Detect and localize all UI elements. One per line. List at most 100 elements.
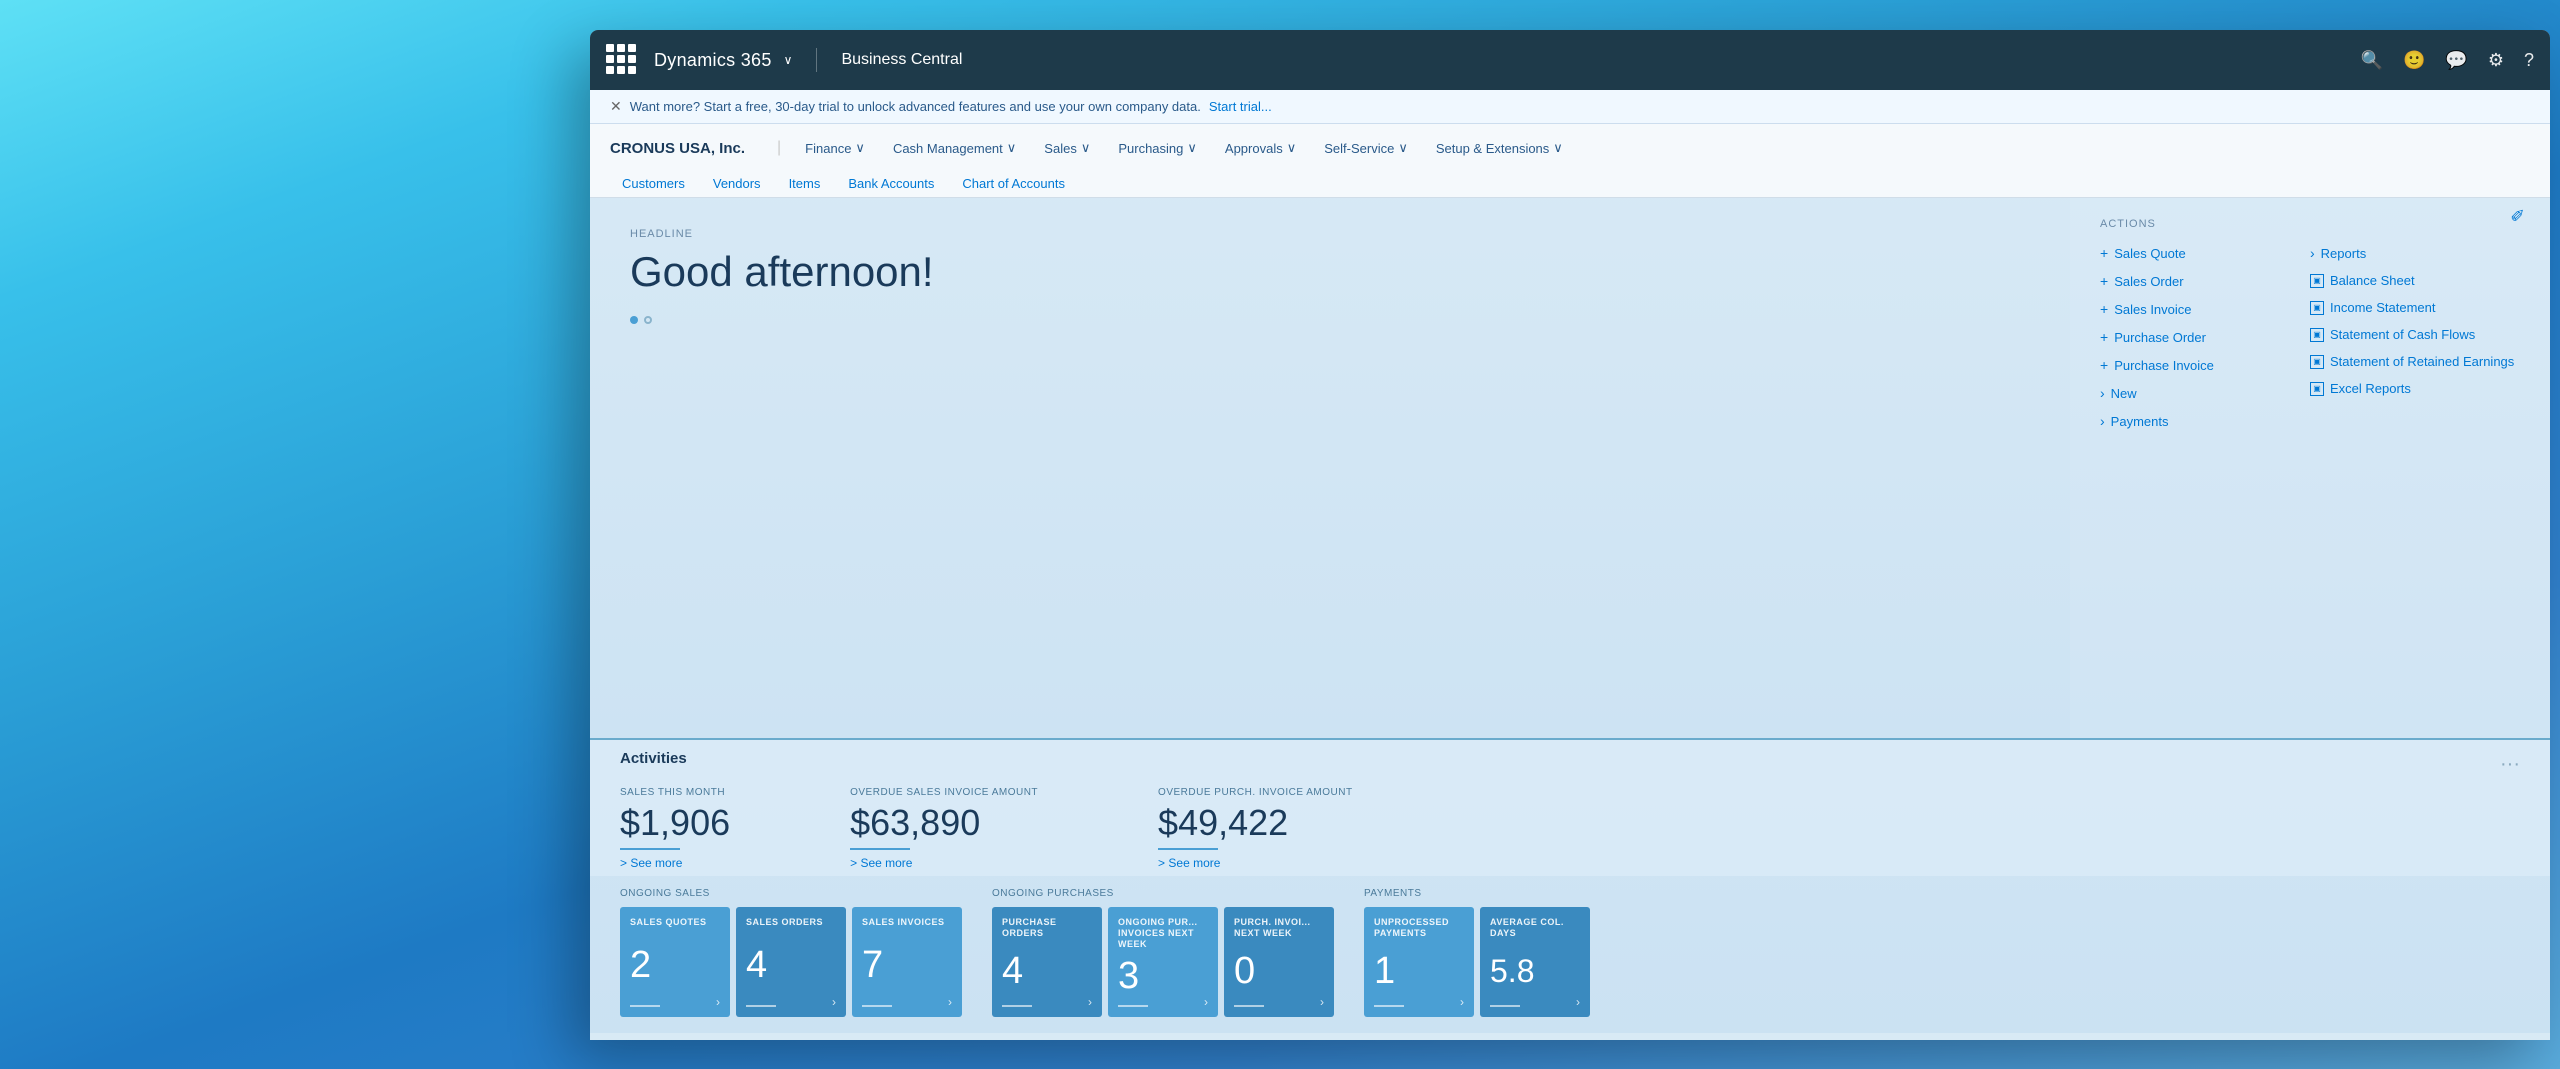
nav-menu: Finance ∨ Cash Management ∨ Sales ∨ Purc… xyxy=(793,134,1575,162)
action-excel-reports[interactable]: ▣ Excel Reports xyxy=(2310,378,2520,399)
title-separator xyxy=(816,48,817,72)
action-retained-earnings[interactable]: ▣ Statement of Retained Earnings xyxy=(2310,351,2520,372)
tile-arrow-1: › xyxy=(716,995,720,1009)
tile-unprocessed-payments[interactable]: UNPROCESSED PAYMENTS 1 › xyxy=(1364,907,1474,1017)
tile-underline-5 xyxy=(1118,1005,1148,1007)
nav-chart-of-accounts[interactable]: Chart of Accounts xyxy=(950,170,1077,197)
activity-overdue-sales: OVERDUE SALES INVOICE AMOUNT $63,890 > S… xyxy=(850,787,1038,870)
action-reports[interactable]: › Reports xyxy=(2310,242,2520,264)
tile-group-ongoing-sales: ONGOING SALES SALES QUOTES 2 › SALES ORD… xyxy=(620,888,962,1017)
ongoing-sales-label: ONGOING SALES xyxy=(620,888,962,899)
activity-underline-1 xyxy=(620,848,680,850)
tile-purchase-orders[interactable]: PURCHASE ORDERS 4 › xyxy=(992,907,1102,1017)
nav-items[interactable]: Items xyxy=(777,170,833,197)
tile-value-sales-invoices: 7 xyxy=(862,946,952,984)
actions-grid: + Sales Quote + Sales Order + Sales Invo… xyxy=(2100,242,2520,432)
tile-label-avg-col: AVERAGE COL. DAYS xyxy=(1490,917,1580,939)
action-payments[interactable]: › Payments xyxy=(2100,410,2310,432)
action-sales-quote[interactable]: + Sales Quote xyxy=(2100,242,2310,264)
tile-label-sales-quotes: SALES QUOTES xyxy=(630,917,720,928)
see-more-1[interactable]: > See more xyxy=(620,856,730,870)
tile-underline-1 xyxy=(630,1005,660,1007)
action-purchase-invoice[interactable]: + Purchase Invoice xyxy=(2100,354,2310,376)
dot-active[interactable] xyxy=(630,316,638,324)
action-income-statement[interactable]: ▣ Income Statement xyxy=(2310,297,2520,318)
nav-item-cash-management[interactable]: Cash Management ∨ xyxy=(881,134,1028,162)
app-name[interactable]: Dynamics 365 xyxy=(654,50,772,71)
action-cash-flows[interactable]: ▣ Statement of Cash Flows xyxy=(2310,324,2520,345)
banner-close-button[interactable]: ✕ xyxy=(610,98,622,115)
tile-underline-3 xyxy=(862,1005,892,1007)
waffle-icon[interactable] xyxy=(606,44,638,76)
activities-ellipsis[interactable]: ··· xyxy=(2500,753,2520,776)
nav-vendors[interactable]: Vendors xyxy=(701,170,773,197)
tile-purch-invoi-next-week[interactable]: PURCH. INVOI... NEXT WEEK 0 › xyxy=(1224,907,1334,1017)
nav-item-approvals[interactable]: Approvals ∨ xyxy=(1213,134,1308,162)
report-icon-5: ▣ xyxy=(2310,382,2324,396)
nav-item-finance[interactable]: Finance ∨ xyxy=(793,134,877,162)
chat-icon[interactable]: 💬 xyxy=(2445,50,2467,71)
app-subtitle: Business Central xyxy=(841,51,962,69)
trial-banner: ✕ Want more? Start a free, 30-day trial … xyxy=(590,90,2550,124)
pagination-dots xyxy=(630,316,2030,324)
smiley-icon[interactable]: 🙂 xyxy=(2403,50,2425,71)
see-more-2[interactable]: > See more xyxy=(850,856,1038,870)
nav-bank-accounts[interactable]: Bank Accounts xyxy=(836,170,946,197)
tile-arrow-3: › xyxy=(948,995,952,1009)
tile-value-avg-col: 5.8 xyxy=(1490,955,1580,987)
action-col-left: + Sales Quote + Sales Order + Sales Invo… xyxy=(2100,242,2310,432)
tile-label-sales-orders: SALES ORDERS xyxy=(746,917,836,928)
tile-underline-7 xyxy=(1374,1005,1404,1007)
activity-sales-month: SALES THIS MONTH $1,906 > See more xyxy=(620,787,730,870)
app-chevron[interactable]: ∨ xyxy=(784,53,793,67)
nav-item-self-service[interactable]: Self-Service ∨ xyxy=(1312,134,1420,162)
dot-inactive[interactable] xyxy=(644,316,652,324)
banner-link[interactable]: Start trial... xyxy=(1209,99,1272,114)
action-purchase-order[interactable]: + Purchase Order xyxy=(2100,326,2310,348)
activity-overdue-purch: OVERDUE PURCH. INVOICE AMOUNT $49,422 > … xyxy=(1158,787,1353,870)
headline-label: HEADLINE xyxy=(630,228,2030,240)
activity-label-1: SALES THIS MONTH xyxy=(620,787,730,798)
banner-text: Want more? Start a free, 30-day trial to… xyxy=(630,99,1201,114)
ongoing-sales-tiles: SALES QUOTES 2 › SALES ORDERS 4 › SALES … xyxy=(620,907,962,1017)
report-icon-4: ▣ xyxy=(2310,355,2324,369)
tile-underline-4 xyxy=(1002,1005,1032,1007)
tile-arrow-7: › xyxy=(1460,995,1464,1009)
tile-ongoing-purch-invoices[interactable]: ONGOING PUR... INVOICES NEXT WEEK 3 › xyxy=(1108,907,1218,1017)
see-more-3[interactable]: > See more xyxy=(1158,856,1353,870)
nav-customers[interactable]: Customers xyxy=(610,170,697,197)
nav-item-setup-extensions[interactable]: Setup & Extensions ∨ xyxy=(1424,134,1575,162)
tile-label-sales-invoices: SALES INVOICES xyxy=(862,917,952,928)
company-name: CRONUS USA, Inc. xyxy=(610,140,745,157)
tile-sales-quotes[interactable]: SALES QUOTES 2 › xyxy=(620,907,730,1017)
nav-item-sales[interactable]: Sales ∨ xyxy=(1032,134,1102,162)
title-bar: Dynamics 365 ∨ Business Central 🔍 🙂 💬 ⚙ … xyxy=(590,30,2550,90)
actions-label: ACTIONS xyxy=(2100,218,2520,230)
tile-group-ongoing-purchases: ONGOING PURCHASES PURCHASE ORDERS 4 › ON… xyxy=(992,888,1334,1017)
tile-value-sales-orders: 4 xyxy=(746,946,836,984)
payments-label: PAYMENTS xyxy=(1364,888,1590,899)
search-icon[interactable]: 🔍 xyxy=(2361,50,2383,71)
action-sales-invoice[interactable]: + Sales Invoice xyxy=(2100,298,2310,320)
help-icon[interactable]: ? xyxy=(2524,50,2534,71)
nav-bar: CRONUS USA, Inc. | Finance ∨ Cash Manage… xyxy=(590,124,2550,198)
tile-value-purch-invoi: 0 xyxy=(1234,952,1324,990)
tile-avg-col-days[interactable]: AVERAGE COL. DAYS 5.8 › xyxy=(1480,907,1590,1017)
activity-amount-2: $63,890 xyxy=(850,802,1038,844)
activities-label: Activities xyxy=(620,750,687,767)
ongoing-purchases-tiles: PURCHASE ORDERS 4 › ONGOING PUR... INVOI… xyxy=(992,907,1334,1017)
nav-item-purchasing[interactable]: Purchasing ∨ xyxy=(1106,134,1209,162)
headline-section: HEADLINE Good afternoon! xyxy=(590,198,2070,738)
tile-value-unprocessed: 1 xyxy=(1374,952,1464,990)
nav-top: CRONUS USA, Inc. | Finance ∨ Cash Manage… xyxy=(610,134,2530,162)
activity-underline-2 xyxy=(850,848,910,850)
settings-icon[interactable]: ⚙ xyxy=(2488,50,2504,71)
tile-sales-invoices[interactable]: SALES INVOICES 7 › xyxy=(852,907,962,1017)
action-new[interactable]: › New xyxy=(2100,382,2310,404)
action-sales-order[interactable]: + Sales Order xyxy=(2100,270,2310,292)
tiles-section: ONGOING SALES SALES QUOTES 2 › SALES ORD… xyxy=(590,876,2550,1033)
action-balance-sheet[interactable]: ▣ Balance Sheet xyxy=(2310,270,2520,291)
headline-text: Good afternoon! xyxy=(630,248,2030,296)
tile-sales-orders[interactable]: SALES ORDERS 4 › xyxy=(736,907,846,1017)
activity-label-3: OVERDUE PURCH. INVOICE AMOUNT xyxy=(1158,787,1353,798)
